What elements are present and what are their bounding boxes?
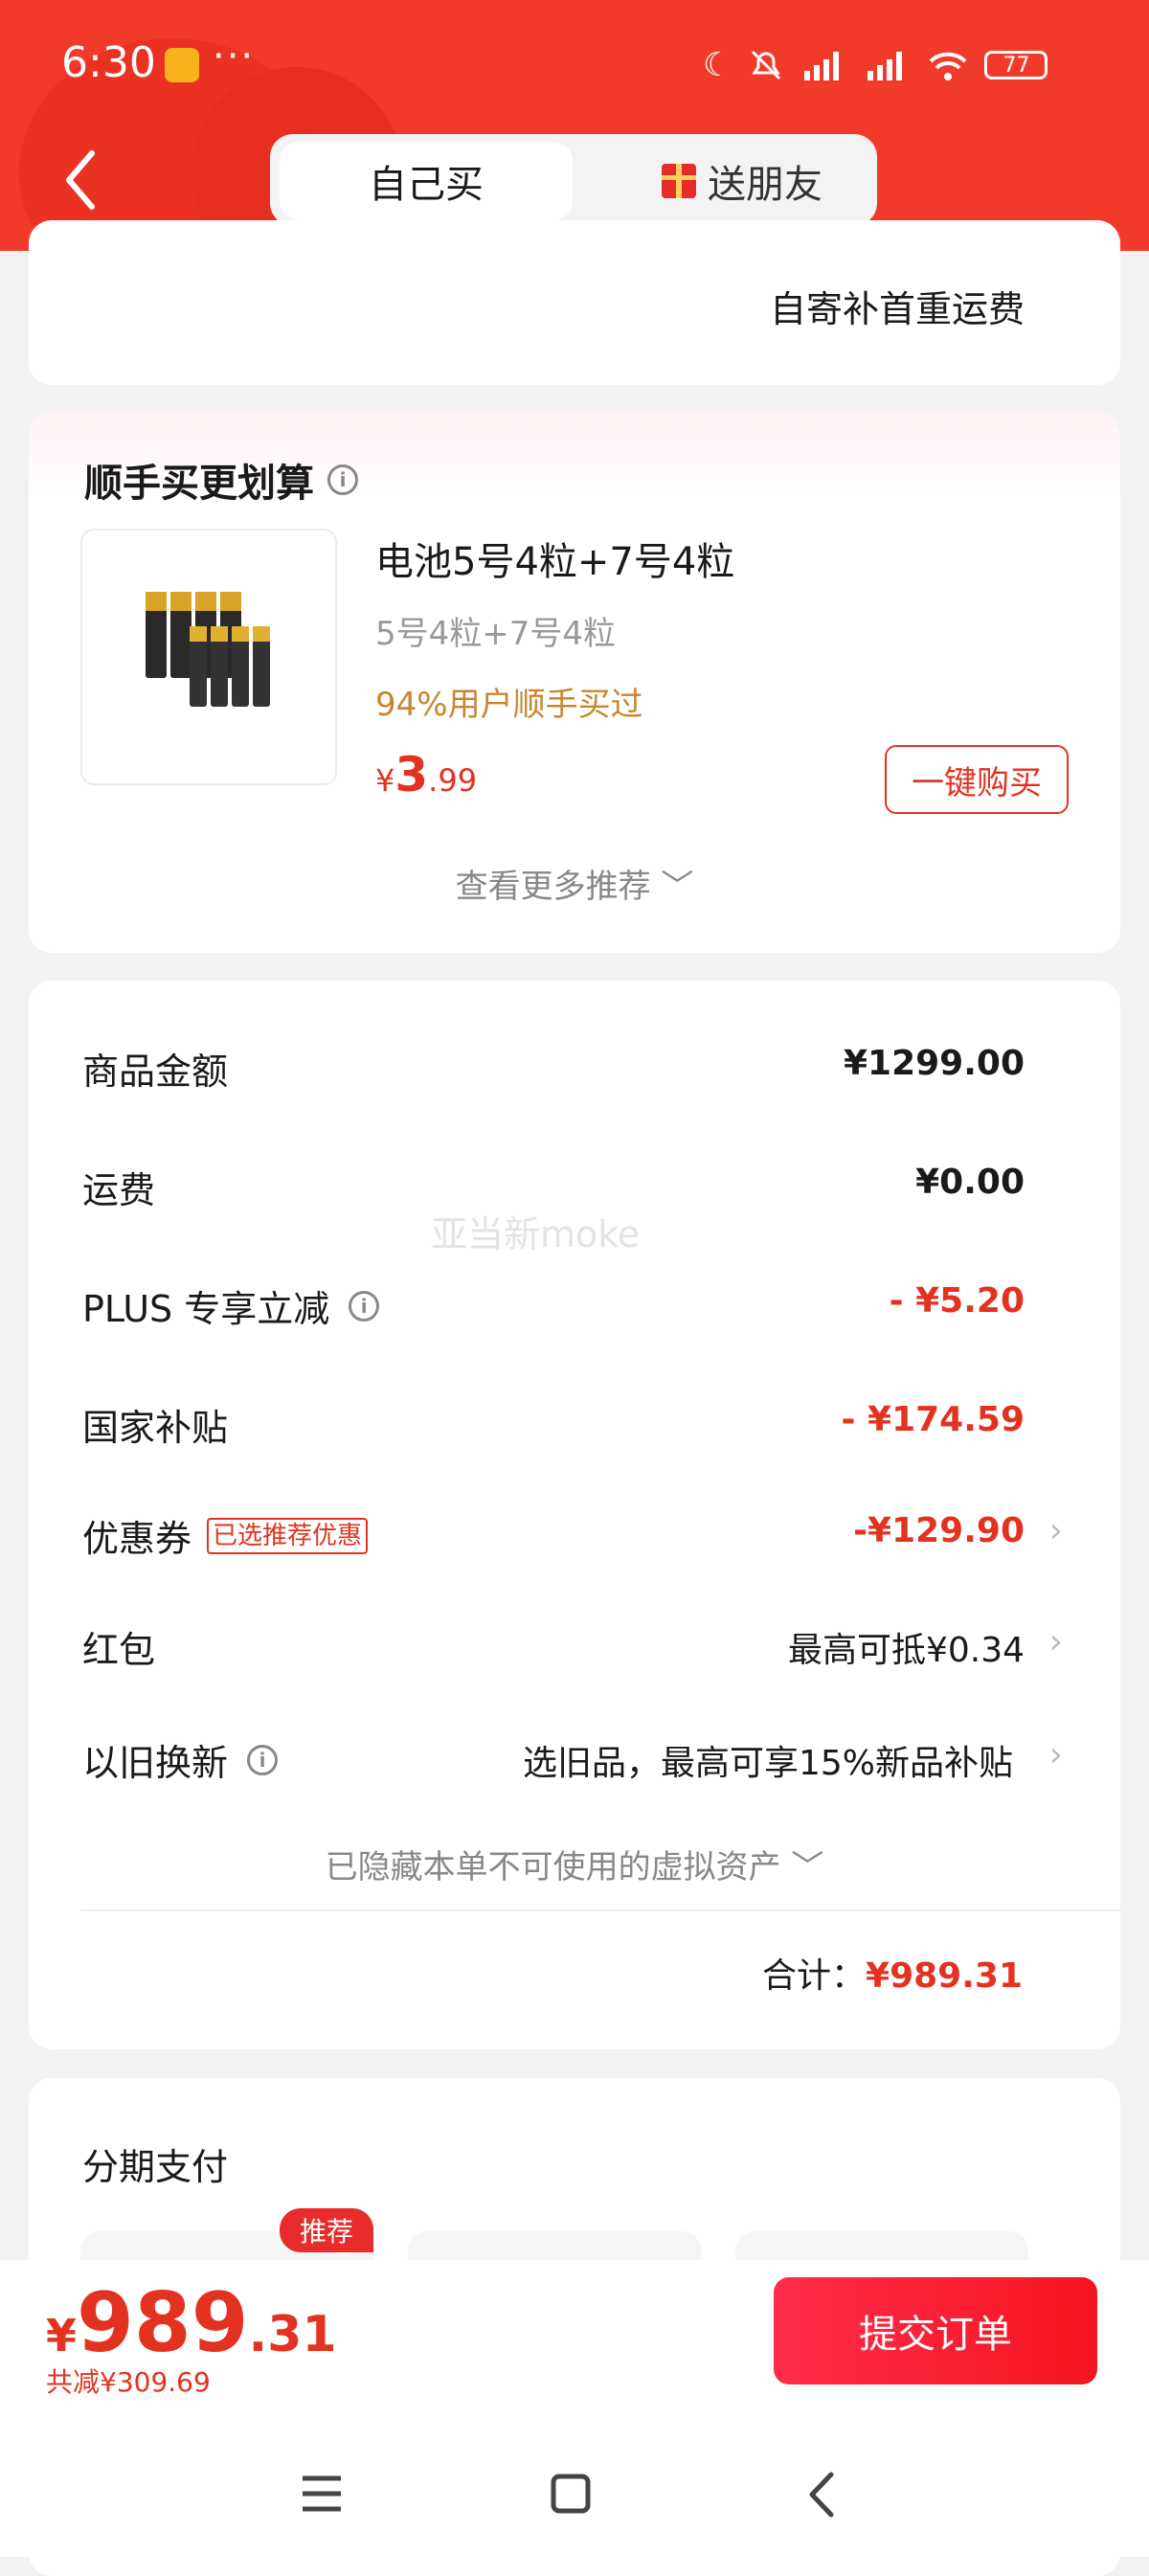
moon-icon: ☾ — [703, 46, 732, 84]
gift-icon — [662, 164, 696, 198]
national-subsidy-label-text: 国家补贴 — [82, 1407, 229, 1449]
back-arrow-icon[interactable] — [57, 144, 105, 216]
price-symbol: ¥ — [375, 762, 395, 799]
red-packet-value[interactable]: 最高可抵¥0.34 — [788, 1622, 1025, 1672]
more-notifications-icon: ··· — [213, 34, 256, 79]
coupon-label: 优惠券 — [82, 1518, 192, 1560]
goods-amount-label-text: 商品金额 — [82, 1051, 229, 1093]
plus-discount-value: - ¥5.20 — [889, 1281, 1025, 1321]
menu-icon[interactable] — [299, 2473, 345, 2515]
product-popularity-tag: 94%用户顺手买过 — [375, 686, 643, 724]
mute-icon — [752, 50, 781, 80]
plus-discount-label: PLUS 专享立减 i — [82, 1279, 380, 1332]
total-savings[interactable]: 共减¥309.69 — [46, 2361, 211, 2400]
chevron-right-icon[interactable]: › — [1049, 1735, 1063, 1774]
red-packet-label: 红包 — [82, 1620, 155, 1673]
info-icon[interactable]: i — [327, 464, 358, 495]
product-price: ¥ 3 .99 — [375, 747, 477, 802]
price-decimal: .99 — [428, 762, 478, 799]
red-packet-label-text: 红包 — [82, 1629, 156, 1671]
one-click-buy-button[interactable]: 一键购买 — [885, 745, 1069, 814]
info-icon[interactable]: i — [247, 1744, 279, 1775]
plus-discount-label-text: PLUS 专享立减 — [82, 1288, 330, 1330]
goods-amount-label: 商品金额 — [82, 1042, 228, 1095]
upsell-title: 顺手买更划算 i — [84, 452, 358, 508]
signal-icon — [804, 52, 840, 80]
chevron-right-icon[interactable]: › — [1049, 1511, 1063, 1550]
shipping-note: 自寄补首重运费 — [769, 288, 1025, 330]
product-spec: 5号4粒+7号4粒 — [375, 615, 617, 653]
trade-in-label-text: 以旧换新 — [82, 1742, 229, 1784]
coupon-selected-badge: 已选推荐优惠 — [207, 1517, 369, 1554]
signal-icon-2 — [867, 52, 903, 80]
tab-gift-friend-label: 送朋友 — [708, 163, 822, 207]
tab-gift-friend[interactable]: 送朋友 — [613, 142, 871, 220]
status-icons: ☾ 77 — [703, 46, 1048, 84]
battery-icon: 77 — [984, 51, 1048, 79]
product-image[interactable] — [80, 529, 337, 785]
checkout-price: ¥ 989 .31 — [46, 2275, 337, 2371]
status-time: 6:30 — [61, 38, 156, 87]
divider — [80, 1909, 1120, 1911]
shipping-fee-label: 运费 — [82, 1161, 155, 1213]
order-total: 合计：¥989.31 — [762, 1948, 1023, 1998]
trade-in-label: 以旧换新 i — [82, 1733, 279, 1786]
national-subsidy-value: - ¥174.59 — [841, 1400, 1025, 1439]
tab-buy-for-self[interactable]: 自己买 — [280, 142, 573, 220]
coupon-row[interactable]: 优惠券 已选推荐优惠 — [82, 1509, 369, 1562]
battery-product-icon — [146, 592, 270, 707]
recommended-badge: 推荐 — [280, 2208, 373, 2252]
info-icon[interactable]: i — [349, 1290, 380, 1322]
installment-title: 分期支付 — [82, 2146, 229, 2188]
notification-app-icon — [165, 48, 199, 82]
wifi-icon — [930, 52, 967, 80]
watermark: 亚当新moke — [431, 1213, 641, 1255]
price-integer: 3 — [394, 747, 429, 802]
more-recommendations-link[interactable]: 查看更多推荐 ﹀ — [0, 860, 1149, 907]
hidden-virtual-assets-link[interactable]: 已隐藏本单不可使用的虚拟资产 ﹀ — [0, 1841, 1149, 1887]
trade-in-value[interactable]: 选旧品，最高可享15%新品补贴 — [523, 1735, 1013, 1785]
total-amount: ¥989.31 — [866, 1956, 1023, 1996]
checkout-price-integer: 989 — [77, 2275, 249, 2371]
back-nav-icon[interactable] — [804, 2471, 839, 2519]
checkout-price-decimal: .31 — [248, 2306, 337, 2363]
product-name[interactable]: 电池5号4粒+7号4粒 — [375, 531, 734, 586]
system-nav-bar — [0, 2432, 1149, 2557]
shipping-fee-value: ¥0.00 — [915, 1163, 1025, 1202]
submit-order-button[interactable]: 提交订单 — [774, 2277, 1097, 2384]
total-label: 合计： — [762, 1956, 867, 1996]
shipping-fee-label-text: 运费 — [82, 1169, 156, 1211]
home-icon[interactable] — [550, 2473, 592, 2515]
upsell-title-text: 顺手买更划算 — [84, 462, 314, 506]
national-subsidy-label: 国家补贴 — [82, 1398, 228, 1451]
chevron-right-icon[interactable]: › — [1049, 1622, 1063, 1661]
checkout-price-symbol: ¥ — [46, 2310, 78, 2361]
goods-amount-value: ¥1299.00 — [843, 1044, 1025, 1083]
coupon-value[interactable]: -¥129.90 — [853, 1511, 1025, 1550]
